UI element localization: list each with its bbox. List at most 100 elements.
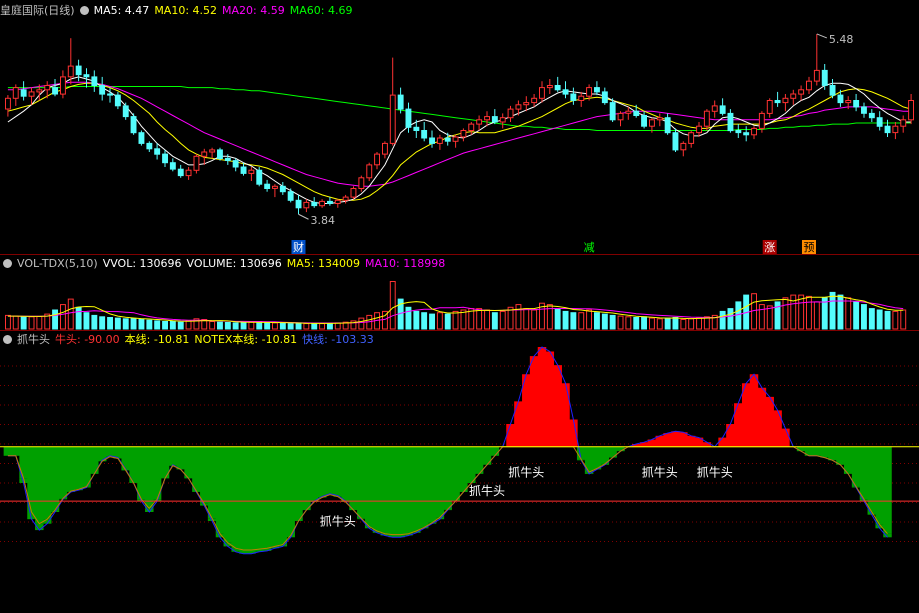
price-title[interactable]: 皇庭国际(日线) (0, 4, 75, 17)
candle-down (491, 116, 498, 123)
volume-bar (562, 310, 569, 330)
candle-up (656, 117, 663, 121)
expand-icon[interactable] (79, 6, 89, 15)
expand-icon[interactable] (3, 259, 12, 268)
candle-down (719, 105, 726, 114)
volume-bar (421, 312, 428, 330)
candle-up (696, 125, 702, 134)
volume-bar (36, 316, 43, 330)
candle-down (138, 132, 145, 144)
volume-ma10: MA10: 118998 (365, 257, 446, 270)
volume-title[interactable]: VOL-TDX(5,10) (17, 257, 98, 270)
volume-bar (264, 322, 271, 330)
candle-up (806, 80, 812, 91)
candle-up (813, 69, 820, 82)
candle-up (586, 87, 592, 97)
candle-up (460, 130, 467, 138)
candle-down (594, 87, 600, 93)
volume-bar (444, 313, 451, 330)
candle-up (350, 188, 357, 198)
volume-bar (130, 317, 137, 330)
price-ma60: MA60: 4.69 (289, 4, 353, 17)
candle-up (201, 151, 208, 157)
volume-bar (209, 321, 216, 330)
candle-down (821, 69, 828, 86)
volume-bar (217, 321, 223, 330)
candle-down (570, 93, 577, 101)
volume-bar (688, 318, 695, 330)
candle-down (287, 191, 294, 201)
candle-down (52, 87, 58, 95)
candle-up (908, 100, 914, 121)
candle-down (177, 168, 184, 177)
candle-down (130, 116, 137, 134)
volume-bar (672, 317, 679, 330)
candle-down (162, 153, 169, 164)
candle-up (193, 155, 200, 171)
candle-up (374, 153, 381, 166)
candle-up (303, 201, 310, 209)
marker-预: 预 (803, 241, 814, 254)
candle-up (892, 125, 899, 134)
candle-up (531, 97, 538, 104)
candle-down (279, 185, 286, 193)
candle-down (444, 137, 451, 142)
candle-up (36, 89, 43, 93)
candle-down (837, 94, 844, 104)
candle-up (900, 119, 907, 127)
volume-bar (766, 305, 773, 330)
volume-bar (735, 301, 742, 330)
candle-down (122, 105, 129, 118)
candle-down (861, 106, 867, 114)
stock-chart[interactable]: 5.483.84财减涨预抓牛头抓牛头抓牛头 抓牛头 抓牛头 (0, 0, 919, 613)
volume-bar (303, 323, 310, 330)
volume-bar (272, 322, 278, 330)
signal-label: 抓牛头 (697, 465, 733, 480)
candle-down (99, 85, 106, 95)
volume-bar (60, 304, 66, 330)
volume-bar (319, 323, 326, 330)
expand-icon[interactable] (3, 335, 12, 344)
volume-bar (232, 322, 239, 330)
volume-bar (876, 309, 883, 330)
signal-label: 抓牛头 (469, 483, 505, 498)
volume-bar (138, 319, 145, 330)
candle-up (12, 87, 19, 99)
indicator-title[interactable]: 抓牛头 (17, 333, 50, 346)
candle-up (523, 102, 530, 106)
low-label: 3.84 (311, 214, 336, 227)
candle-down (154, 148, 161, 155)
indicator-benxian: 本线: -10.81 (124, 333, 190, 346)
candle-down (429, 137, 436, 144)
volume-bar (813, 301, 820, 330)
candle-down (295, 199, 302, 209)
candle-down (327, 200, 333, 204)
volume-bar (413, 310, 420, 330)
signal-label: 抓牛头 (508, 465, 544, 480)
volume-bar (107, 317, 113, 330)
marker-减: 减 (584, 241, 595, 254)
candle-up (703, 110, 710, 127)
candle-down (405, 108, 412, 128)
candle-up (334, 199, 341, 205)
volume-bar (578, 312, 585, 330)
candle-down (554, 85, 561, 91)
candle-down (413, 126, 420, 132)
volume-ma5: MA5: 134009 (286, 257, 361, 270)
volume-bar (436, 312, 443, 330)
volume-bar (782, 297, 789, 330)
candle-down (829, 85, 836, 96)
price-ma10: MA10: 4.52 (154, 4, 218, 17)
volume-bar (774, 301, 781, 330)
volume-bar (114, 317, 121, 330)
volume-bar (91, 314, 98, 330)
indicator-header: 抓牛头 牛头: -90.00 本线: -10.81 NOTEX本线: -10.81 快线… (0, 331, 379, 349)
candle-up (758, 112, 765, 129)
candle-down (20, 89, 27, 97)
volume-bar (5, 314, 11, 330)
volume-bar (476, 308, 483, 330)
candle-up (578, 95, 585, 101)
candle-down (876, 117, 883, 127)
candle-down (217, 149, 223, 159)
volume-bar (295, 322, 302, 330)
